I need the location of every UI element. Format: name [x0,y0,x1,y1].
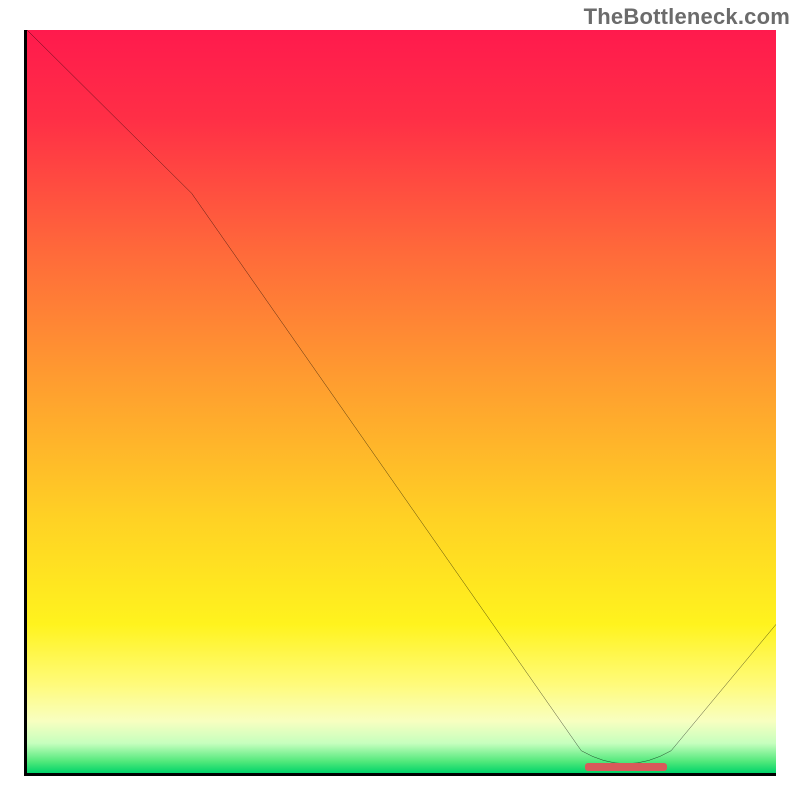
plot-area [24,30,776,776]
watermark-text: TheBottleneck.com [584,4,790,30]
optimal-range-marker [585,763,667,771]
background-gradient [27,30,776,773]
chart-frame: TheBottleneck.com [0,0,800,800]
